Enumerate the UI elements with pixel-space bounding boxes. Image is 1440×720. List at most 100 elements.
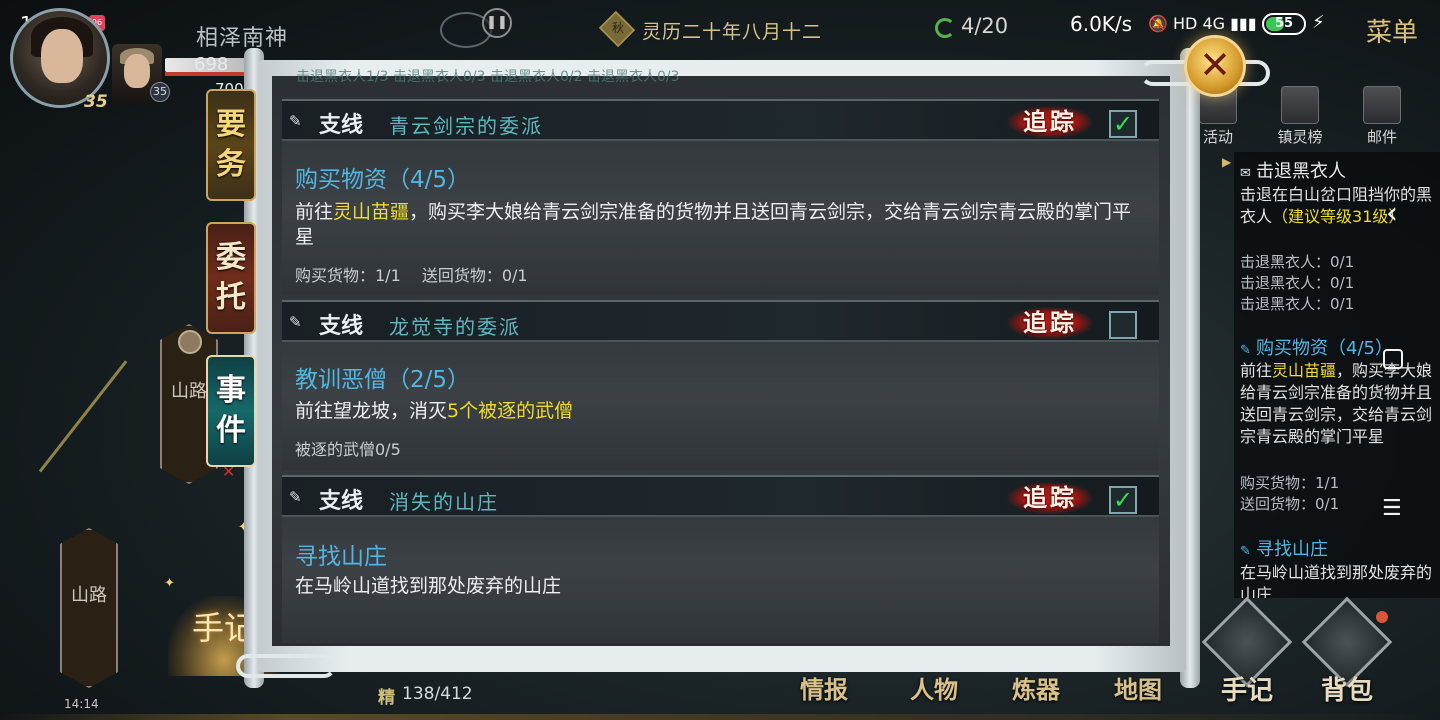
progress-item: 送回货物：0/1	[421, 266, 528, 285]
quest-title: 教训恶僧（2/5）	[295, 367, 471, 393]
quest-description: 在马岭山道找到那处废弃的山庄	[295, 574, 1145, 599]
ranking-icon	[1281, 86, 1319, 124]
nav-map[interactable]: 地图	[1114, 670, 1162, 705]
journal-nav-label: 手记	[1220, 676, 1273, 706]
quest-header: ✎ 支线 龙觉寺的委派 追踪	[282, 300, 1159, 342]
tracker-sub: 击退黑衣人：0/1	[1240, 274, 1355, 292]
area-name: 相泽南神	[196, 26, 289, 51]
tracker-item-title: ✉ 击退黑衣人	[1240, 157, 1346, 183]
square-icon[interactable]	[1383, 349, 1403, 369]
quest-description: 前往灵山苗疆，购买李大娘给青云剑宗准备的货物并且送回青云剑宗，交给青云剑宗青云殿…	[295, 200, 1145, 250]
track-checkbox[interactable]: ✓	[1109, 110, 1137, 138]
menu-button[interactable]: 菜单	[1366, 12, 1418, 49]
tracker-desc-highlight: 灵山苗疆	[1272, 361, 1337, 380]
progress-item: 购买货物：1/1	[295, 266, 401, 285]
tracker-title-text: 购买物资（4/5）	[1256, 338, 1393, 359]
quest-card[interactable]: ✎ 支线 青云剑宗的委派 追踪 ✓ 购买物资（4/5） 前往灵山苗疆，购买李大娘…	[282, 99, 1159, 295]
quest-header: ✎ 支线 青云剑宗的委派 追踪 ✓	[282, 99, 1159, 141]
companion-level: 35	[150, 82, 170, 102]
stamina-label: 精	[378, 688, 395, 708]
tracker-sub: 购买货物：1/1	[1240, 474, 1340, 492]
quest-title: 购买物资（4/5）	[295, 167, 471, 193]
pause-button[interactable]: ❚❚	[482, 8, 512, 38]
brush-icon: ✎	[289, 488, 302, 506]
network-speed: 6.0K/s	[1070, 12, 1133, 36]
tracker-expand-icon[interactable]: ▶	[1222, 155, 1231, 169]
quest-name: 青云剑宗的委派	[389, 114, 543, 138]
brush-icon: ✎	[289, 313, 302, 331]
cloud-ornament	[236, 654, 336, 678]
track-label: 追踪	[1007, 106, 1093, 138]
tracker-item-desc: 击退在白山岔口阻挡你的黑衣人（建议等级31级）	[1240, 184, 1436, 228]
tracker-desc-text: 在马岭山道找到那处废弃的山庄	[1240, 563, 1433, 598]
desc-text: 在马岭山道找到那处废弃的山庄	[295, 575, 562, 597]
desc-highlight: 灵山苗疆	[333, 201, 410, 223]
battery-fill	[1266, 17, 1284, 31]
stamina-value: 138/412	[402, 684, 473, 704]
map-road-line	[38, 360, 128, 473]
tracker-desc-text: 前往	[1240, 361, 1273, 380]
track-label: 追踪	[1007, 307, 1093, 339]
quest-type: 支线	[319, 313, 364, 339]
brush-icon: ✎	[1240, 544, 1251, 559]
chevron-left-icon[interactable]: ‹	[1386, 196, 1398, 231]
quest-name: 消失的山庄	[389, 490, 499, 514]
map-marker-label: 山路	[71, 585, 107, 606]
tracker-item-desc: 前往灵山苗疆，购买李大娘给青云剑宗准备的货物并且送回青云剑宗，交给青云剑宗青云殿…	[1240, 360, 1436, 448]
hamburger-icon[interactable]: ☰	[1382, 498, 1402, 520]
panel-top-fragment: 击退黑衣人1/3 击退黑衣人0/3 击退黑衣人0/2 击退黑衣人0/3	[296, 69, 680, 85]
battery-icon: 55	[1262, 13, 1306, 35]
tracker-desc-highlight: （建议等级31级）	[1272, 207, 1405, 226]
tab-commissions[interactable]: 委托	[206, 222, 256, 334]
tracker-item-desc: 在马岭山道找到那处废弃的山庄	[1240, 562, 1436, 598]
quest-tracker[interactable]: ✉ 击退黑衣人 击退在白山岔口阻挡你的黑衣人（建议等级31级） 击退黑衣人：0/1…	[1234, 152, 1440, 598]
marker-avatar-icon	[178, 330, 202, 354]
track-checkbox[interactable]	[1109, 311, 1137, 339]
close-button[interactable]: ✕	[1184, 35, 1246, 97]
signal-icons: 🔕 HD 4G ▮▮▮	[1148, 14, 1257, 33]
tab-events[interactable]: 事件	[206, 355, 256, 467]
desc-text: ，购买李大娘给青云剑宗准备的货物并且送回青云剑宗，交给青云剑宗青云殿的掌门平星	[295, 201, 1132, 248]
mail-button[interactable]: 邮件	[1350, 82, 1414, 148]
tracker-item-title: ✎ 寻找山庄	[1240, 535, 1328, 561]
brush-icon: ✎	[1240, 343, 1251, 358]
mail-label: 邮件	[1366, 128, 1397, 146]
progress-item: 被逐的武僧0/5	[295, 440, 401, 459]
tracker-sub: 送回货物：0/1	[1240, 495, 1340, 513]
battery-level: 55	[1274, 16, 1294, 31]
tab-main-quests[interactable]: 要务	[206, 89, 256, 201]
quest-card[interactable]: ✎ 支线 龙觉寺的委派 追踪 教训恶僧（2/5） 前往望龙坡，消灭5个被逐的武僧…	[282, 300, 1159, 470]
player-level: 35	[84, 92, 108, 112]
season-seal-text: 秋	[611, 21, 624, 35]
spirit-swirl-icon	[935, 18, 955, 38]
hp-value: 698	[194, 54, 229, 75]
tracker-sub: 击退黑衣人：0/1	[1240, 295, 1355, 313]
quest-type: 支线	[319, 112, 364, 138]
tracker-item-title: ✎ 购买物资（4/5）	[1240, 334, 1393, 360]
ranking-label: 镇灵榜	[1277, 128, 1323, 146]
quest-progress: 被逐的武僧0/5	[295, 436, 417, 460]
nav-intel[interactable]: 情报	[800, 670, 848, 705]
ranking-button[interactable]: 镇灵榜	[1268, 82, 1332, 148]
journal-nav-button[interactable]: 手记	[1201, 596, 1293, 706]
resource-counter: 4/20	[961, 14, 1009, 38]
tracker-sub: 击退黑衣人：0/1	[1240, 253, 1355, 271]
bottom-border	[0, 714, 1440, 720]
quest-title: 寻找山庄	[295, 544, 387, 570]
nav-characters[interactable]: 人物	[910, 670, 958, 705]
tracker-title-text: 寻找山庄	[1256, 539, 1328, 560]
game-date: 灵历二十年八月十二	[642, 21, 823, 43]
quest-type: 支线	[319, 488, 364, 514]
quest-card[interactable]: ✎ 支线 消失的山庄 追踪 ✓ 寻找山庄 在马岭山道找到那处废弃的山庄	[282, 475, 1159, 643]
track-label: 追踪	[1007, 482, 1093, 514]
quest-description: 前往望龙坡，消灭5个被逐的武僧	[295, 399, 1145, 424]
track-checkbox[interactable]: ✓	[1109, 486, 1137, 514]
mail-icon	[1363, 86, 1401, 124]
map-marker-mountain-road[interactable]: 山路	[60, 528, 118, 688]
quest-progress: 购买货物：1/1 送回货物：0/1	[295, 262, 544, 286]
brush-icon: ✎	[289, 112, 302, 130]
nav-forging[interactable]: 炼器	[1012, 670, 1060, 705]
tracker-title-text: 击退黑衣人	[1256, 161, 1346, 182]
sparkle-icon: ✦	[164, 576, 175, 591]
portrait-face	[41, 29, 83, 83]
